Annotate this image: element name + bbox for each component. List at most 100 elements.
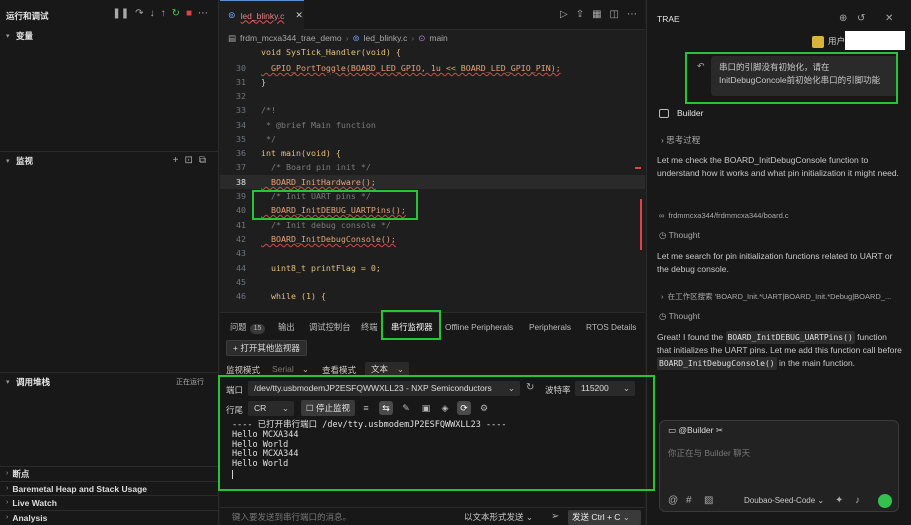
line-number[interactable]: 40: [220, 203, 246, 217]
line-number[interactable]: 31: [220, 75, 246, 89]
chat-input[interactable]: 你正在与 Builder 聊天: [668, 447, 750, 460]
refresh-icon[interactable]: ⊡: [184, 155, 192, 166]
code-line[interactable]: 45: [220, 275, 645, 289]
livewatch-section[interactable]: › Live Watch: [0, 495, 218, 509]
send-input[interactable]: 键入要发送到串行端口的消息。: [232, 511, 452, 524]
search-reference[interactable]: › 在工作区搜索 'BOARD_Init.*UART|BOARD_Init.*D…: [661, 290, 901, 303]
code-line[interactable]: 46 while (1) {: [220, 289, 645, 303]
code-line[interactable]: 43: [220, 246, 645, 260]
code-line[interactable]: 39 /* Init UART pins */: [220, 189, 645, 203]
composer-agent[interactable]: ▭ @Builder ✂: [668, 424, 723, 437]
swap-icon[interactable]: ⇆: [379, 401, 393, 415]
serial-output[interactable]: ---- 已打开串行端口 /dev/tty.usbmodemJP2ESFQWWX…: [232, 420, 632, 483]
split-editor-icon[interactable]: ◫: [610, 10, 619, 20]
code-line[interactable]: 44 uint8_t printFlag = 0;: [220, 261, 645, 275]
undo-icon[interactable]: ↶: [697, 61, 705, 71]
send-icon[interactable]: ➢: [551, 512, 559, 522]
line-number[interactable]: 33: [220, 103, 246, 117]
thought-1[interactable]: ◷ Thought: [659, 229, 700, 242]
at-icon[interactable]: @: [668, 496, 678, 506]
send-message-button[interactable]: [878, 494, 892, 508]
breakpoints-section[interactable]: › 断点: [0, 466, 218, 480]
more-icon[interactable]: ⋯: [198, 9, 208, 19]
stop-icon[interactable]: ■: [186, 9, 192, 19]
code-line[interactable]: 40 BOARD_InitDEBUG_UARTPins();: [220, 203, 645, 217]
tab-problems[interactable]: 问题 15: [230, 319, 266, 335]
line-number[interactable]: 36: [220, 146, 246, 160]
line-number[interactable]: 41: [220, 218, 246, 232]
open-monitor-button[interactable]: + 打开其他监视器: [226, 340, 307, 356]
line-number[interactable]: 42: [220, 232, 246, 246]
heap-section[interactable]: › Baremetal Heap and Stack Usage: [0, 481, 218, 495]
line-number[interactable]: 30: [220, 61, 246, 75]
tab-led-blinky[interactable]: ⊚ led_blinky.c ✕: [220, 0, 304, 30]
line-number[interactable]: 37: [220, 160, 246, 174]
add-chat-icon[interactable]: ⊕: [839, 14, 847, 24]
code-line[interactable]: 30 GPIO_PortToggle(BOARD_LED_GPIO, 1u <<…: [220, 61, 645, 75]
file-reference[interactable]: ∞ frdmmcxa344/frdmmcxa344/board.c: [659, 209, 789, 222]
tab-rtos-details[interactable]: RTOS Details: [586, 319, 636, 335]
timestamp-icon[interactable]: ◈: [438, 401, 452, 415]
code-line[interactable]: 42 BOARD_InitDebugConsole();: [220, 232, 645, 246]
pin-icon[interactable]: ✎: [399, 401, 413, 415]
tab-output[interactable]: 输出: [278, 319, 295, 335]
thought-2[interactable]: ◷ Thought: [659, 310, 700, 323]
code-line[interactable]: 37 /* Board pin init */: [220, 160, 645, 174]
view-mode-select[interactable]: 文本 ⌄: [365, 362, 409, 377]
send-mode-select[interactable]: 以文本形式发送 ⌄: [464, 511, 533, 523]
breadcrumb-file[interactable]: led_blinky.c: [364, 33, 408, 43]
line-number[interactable]: 38: [220, 175, 246, 189]
sparkle-icon[interactable]: ✦: [835, 496, 843, 506]
line-number[interactable]: 43: [220, 246, 246, 260]
close-icon[interactable]: ✕: [885, 14, 893, 24]
tab-offline-peripherals[interactable]: Offline Peripherals: [445, 319, 513, 335]
line-number[interactable]: 44: [220, 261, 246, 275]
upload-icon[interactable]: ⇪: [576, 10, 584, 20]
code-line[interactable]: 36 int main(void) {: [220, 146, 645, 160]
code-line[interactable]: 38 BOARD_InitHardware();: [220, 175, 645, 189]
code-line[interactable]: 41 /* Init debug console */: [220, 218, 645, 232]
line-end-select[interactable]: CR ⌄: [248, 401, 294, 416]
analysis-section[interactable]: › Analysis: [0, 510, 218, 524]
tab-peripherals[interactable]: Peripherals: [529, 319, 571, 335]
code-line[interactable]: 31}: [220, 75, 645, 89]
list-icon[interactable]: ≡: [359, 401, 373, 415]
code-line[interactable]: 33 /*!: [220, 103, 645, 117]
send-button[interactable]: 发送 Ctrl + C ⌄: [568, 510, 641, 525]
line-number[interactable]: 39: [220, 189, 246, 203]
thinking-toggle[interactable]: › 思考过程: [661, 134, 700, 147]
tab-debug-console[interactable]: 调试控制台: [309, 319, 351, 335]
step-out-icon[interactable]: ↑: [161, 9, 166, 19]
restart-icon[interactable]: ↻: [172, 9, 180, 19]
refresh-icon[interactable]: ↻: [526, 383, 534, 393]
close-icon[interactable]: ✕: [295, 10, 303, 21]
port-select[interactable]: /dev/tty.usbmodemJP2ESFQWWXLL23 - NXP Se…: [248, 381, 520, 396]
add-icon[interactable]: +: [173, 155, 179, 166]
variables-section[interactable]: ▾ 变量: [0, 27, 218, 45]
line-number[interactable]: 35: [220, 132, 246, 146]
tab-terminal[interactable]: 终端: [361, 319, 378, 335]
image-icon[interactable]: ▨: [704, 496, 713, 506]
gear-icon[interactable]: ⚙: [477, 401, 491, 415]
line-number[interactable]: 45: [220, 275, 246, 289]
stop-monitor-button[interactable]: ☐ 停止监视: [301, 400, 356, 416]
history-icon[interactable]: ↺: [857, 14, 865, 24]
line-number[interactable]: 34: [220, 118, 246, 132]
code-line[interactable]: void SysTick_Handler(void) {: [220, 45, 645, 59]
line-number[interactable]: 46: [220, 289, 246, 303]
terminal-icon[interactable]: ▣: [419, 401, 433, 415]
mic-icon[interactable]: ♪: [855, 496, 860, 506]
callstack-section[interactable]: ▾ 调用堆栈 正在运行: [0, 372, 218, 390]
hash-icon[interactable]: #: [686, 496, 692, 506]
code-line[interactable]: 32: [220, 89, 645, 103]
baud-select[interactable]: 115200 ⌄: [575, 381, 635, 396]
watch-section[interactable]: ▾ 监视 + ⊡ ⧉: [0, 151, 218, 169]
more-icon[interactable]: ⋯: [627, 10, 637, 20]
step-into-icon[interactable]: ↓: [150, 9, 155, 19]
run-icon[interactable]: ▷: [560, 10, 568, 20]
model-select[interactable]: Doubao-Seed-Code ⌄: [744, 494, 824, 507]
code-line[interactable]: 35 */: [220, 132, 645, 146]
autoscroll-icon[interactable]: ⟳: [457, 401, 471, 415]
tab-serial-monitor[interactable]: 串行监视器: [391, 319, 433, 335]
collapse-all-icon[interactable]: ⧉: [199, 155, 206, 166]
